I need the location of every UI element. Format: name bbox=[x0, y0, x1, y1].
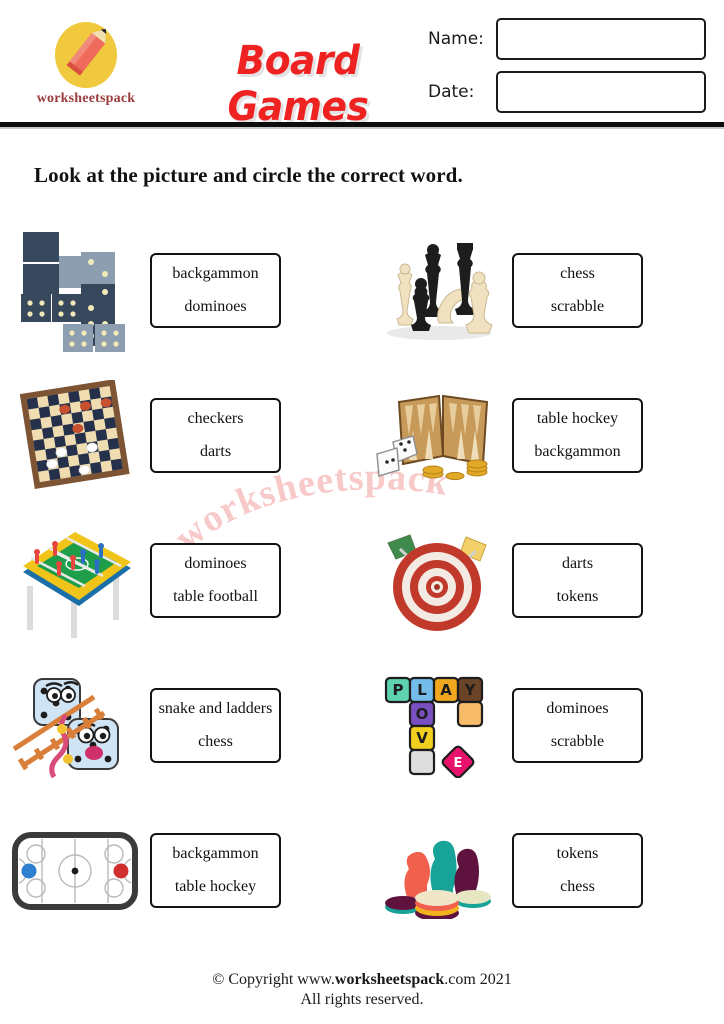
table-hockey-picture bbox=[0, 811, 150, 931]
dominoes-picture bbox=[0, 231, 150, 352]
copyright-line: © Copyright www.worksheetspack.com 2021 bbox=[0, 970, 724, 990]
student-fields: Name: Date: bbox=[428, 18, 706, 124]
svg-text:P: P bbox=[393, 681, 404, 699]
choice-box[interactable]: dominoes table football bbox=[150, 543, 281, 618]
exercise-item-6: darts tokens bbox=[362, 508, 724, 653]
choice-box[interactable]: backgammon table hockey bbox=[150, 833, 281, 908]
choice-option[interactable]: chess bbox=[560, 261, 595, 287]
exercise-row: checkers darts table hockey backgammon bbox=[0, 363, 724, 508]
copyright-suffix: .com 2021 bbox=[444, 971, 512, 988]
choice-option[interactable]: table hockey bbox=[537, 406, 618, 432]
choice-box[interactable]: table hockey backgammon bbox=[512, 398, 643, 473]
choice-option[interactable]: backgammon bbox=[172, 261, 258, 287]
choice-option[interactable]: dominoes bbox=[546, 696, 608, 722]
choice-option[interactable]: darts bbox=[200, 439, 231, 465]
choice-option[interactable]: chess bbox=[198, 729, 233, 755]
page-header: worksheetspack Board Games Name: Date: bbox=[0, 0, 724, 130]
exercise-row: backgammon table hockey tokens chess bbox=[0, 798, 724, 943]
choice-option[interactable]: scrabble bbox=[551, 729, 604, 755]
scrabble-tiles-picture: P L A Y O V E bbox=[362, 666, 512, 786]
choice-option[interactable]: tokens bbox=[557, 841, 599, 867]
instruction-text: Look at the picture and circle the corre… bbox=[34, 163, 463, 187]
exercise-row: dominoes table football darts tokens bbox=[0, 508, 724, 653]
exercise-grid: backgammon dominoes chess scrabble check… bbox=[0, 218, 724, 943]
dartboard-picture bbox=[362, 521, 512, 641]
choice-option[interactable]: checkers bbox=[188, 406, 244, 432]
brand-logo: worksheetspack bbox=[26, 22, 146, 107]
choice-box[interactable]: backgammon dominoes bbox=[150, 253, 281, 328]
exercise-item-4: table hockey backgammon bbox=[362, 363, 724, 508]
brand-logo-text: worksheetspack bbox=[36, 91, 136, 106]
exercise-row: backgammon dominoes chess scrabble bbox=[0, 218, 724, 363]
exercise-item-10: tokens chess bbox=[362, 798, 724, 943]
name-label: Name: bbox=[428, 29, 484, 49]
choice-option[interactable]: dominoes bbox=[184, 294, 246, 320]
choice-box[interactable]: snake and ladders chess bbox=[150, 688, 281, 763]
date-field-row: Date: bbox=[428, 71, 706, 113]
date-label: Date: bbox=[428, 82, 475, 102]
copyright-prefix: © Copyright www. bbox=[212, 971, 335, 988]
svg-text:A: A bbox=[440, 681, 452, 699]
choice-box[interactable]: checkers darts bbox=[150, 398, 281, 473]
choice-box[interactable]: dominoes scrabble bbox=[512, 688, 643, 763]
exercise-item-3: checkers darts bbox=[0, 363, 362, 508]
choice-box[interactable]: tokens chess bbox=[512, 833, 643, 908]
page-title: Board Games bbox=[227, 38, 369, 130]
choice-option[interactable]: table hockey bbox=[175, 874, 256, 900]
exercise-item-5: dominoes table football bbox=[0, 508, 362, 653]
exercise-item-2: chess scrabble bbox=[362, 218, 724, 363]
choice-box[interactable]: darts tokens bbox=[512, 543, 643, 618]
table-football-picture bbox=[0, 521, 150, 641]
choice-option[interactable]: table football bbox=[173, 584, 258, 610]
choice-option[interactable]: darts bbox=[562, 551, 593, 577]
exercise-item-1: backgammon dominoes bbox=[0, 218, 362, 363]
choice-option[interactable]: backgammon bbox=[172, 841, 258, 867]
checkers-board-picture bbox=[0, 376, 150, 496]
date-input[interactable] bbox=[496, 71, 706, 113]
pencil-in-circle-icon bbox=[55, 22, 117, 88]
choice-option[interactable]: tokens bbox=[557, 584, 599, 610]
svg-text:L: L bbox=[417, 681, 427, 699]
header-divider bbox=[0, 122, 724, 127]
snake-and-ladders-picture bbox=[0, 666, 150, 786]
choice-option[interactable]: chess bbox=[560, 874, 595, 900]
svg-text:E: E bbox=[454, 756, 463, 771]
choice-box[interactable]: chess scrabble bbox=[512, 253, 643, 328]
chess-pieces-picture bbox=[362, 231, 512, 351]
choice-option[interactable]: dominoes bbox=[184, 551, 246, 577]
page-footer: © Copyright www.worksheetspack.com 2021 … bbox=[0, 970, 724, 1010]
exercise-row: snake and ladders chess P L A Y O V E do… bbox=[0, 653, 724, 798]
svg-text:Y: Y bbox=[464, 681, 477, 699]
tokens-picture bbox=[362, 811, 512, 931]
exercise-item-9: backgammon table hockey bbox=[0, 798, 362, 943]
copyright-site: worksheetspack bbox=[334, 971, 445, 988]
backgammon-board-picture bbox=[362, 376, 512, 496]
choice-option[interactable]: scrabble bbox=[551, 294, 604, 320]
exercise-item-7: snake and ladders chess bbox=[0, 653, 362, 798]
choice-option[interactable]: snake and ladders bbox=[159, 696, 273, 722]
exercise-item-8: P L A Y O V E dominoes scrabble bbox=[362, 653, 724, 798]
rights-line: All rights reserved. bbox=[300, 991, 424, 1008]
name-field-row: Name: bbox=[428, 18, 706, 60]
choice-option[interactable]: backgammon bbox=[534, 439, 620, 465]
svg-text:O: O bbox=[416, 705, 429, 723]
name-input[interactable] bbox=[496, 18, 706, 60]
svg-text:V: V bbox=[416, 729, 428, 747]
